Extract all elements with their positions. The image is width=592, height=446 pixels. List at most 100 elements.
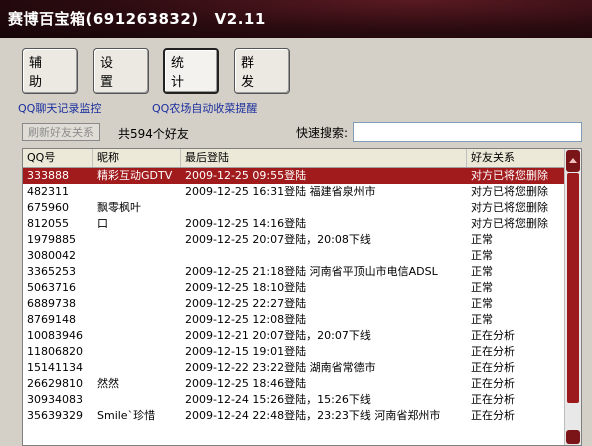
- table-row[interactable]: 30934083 2009-12-24 15:26登陆，15:26下线 正在分析: [23, 392, 565, 408]
- cell-relation: 对方已将您删除: [471, 169, 548, 182]
- cell-last-login: 2009-12-25 20:07登陆，20:08下线: [185, 233, 371, 246]
- cell-relation: 正在分析: [471, 361, 515, 374]
- cell-relation: 正常: [471, 281, 493, 294]
- cell-qq: 8769148: [27, 313, 76, 326]
- cell-relation: 正在分析: [471, 345, 515, 358]
- cell-qq: 5063716: [27, 281, 76, 294]
- table-row[interactable]: 3080042 正常: [23, 248, 565, 264]
- cell-qq: 3080042: [27, 249, 76, 262]
- cell-qq: 30934083: [27, 393, 83, 406]
- assist-button[interactable]: 辅 助: [22, 48, 78, 94]
- friends-table: QQ号 昵称 最后登陆 好友关系 333888 精彩互动GDTV 2009-12-2…: [22, 148, 582, 446]
- statistics-button[interactable]: 统 计: [163, 48, 219, 94]
- cell-nickname: [93, 248, 181, 264]
- cell-qq: 482311: [27, 185, 69, 198]
- friend-count: 共594个好友: [118, 127, 189, 141]
- table-row[interactable]: 8769148 2009-12-25 12:08登陆 正常: [23, 312, 565, 328]
- cell-relation: 正在分析: [471, 329, 515, 342]
- search-label: 快速搜索:: [296, 126, 349, 140]
- cell-nickname: [93, 392, 181, 408]
- farm-harvest-link[interactable]: QQ农场自动收菜提醒: [152, 100, 257, 116]
- cell-nickname: [93, 184, 181, 200]
- cell-last-login: 2009-12-21 20:07登陆，20:07下线: [185, 329, 371, 342]
- cell-qq: 6889738: [27, 297, 76, 310]
- table-row[interactable]: 333888 精彩互动GDTV 2009-12-25 09:55登陆 对方已将您删除: [23, 168, 565, 184]
- cell-qq: 15141134: [27, 361, 83, 374]
- window-title: 赛博百宝箱(691263832) V2.11: [8, 8, 266, 29]
- cell-nickname: [93, 360, 181, 376]
- cell-last-login: 2009-12-24 22:48登陆，23:23下线 河南省郑州市: [185, 409, 441, 422]
- table-row[interactable]: 35639329 Smile`珍惜 2009-12-24 22:48登陆，23:23…: [23, 408, 565, 424]
- cell-relation: 对方已将您删除: [471, 201, 548, 214]
- cell-last-login: 2009-12-15 19:01登陆: [185, 345, 307, 358]
- column-header-last-login[interactable]: 最后登陆: [181, 149, 467, 167]
- cell-relation: 正常: [471, 265, 493, 278]
- cell-nickname: [93, 280, 181, 296]
- cell-nickname: [93, 328, 181, 344]
- cell-last-login: 2009-12-25 22:27登陆: [185, 297, 307, 310]
- cell-relation: 对方已将您删除: [471, 185, 548, 198]
- scroll-thumb[interactable]: [567, 173, 579, 403]
- cell-nickname: 精彩互动GDTV: [97, 169, 173, 182]
- cell-qq: 3365253: [27, 265, 76, 278]
- cell-nickname: [93, 296, 181, 312]
- table-row[interactable]: 1979885 2009-12-25 20:07登陆，20:08下线 正常: [23, 232, 565, 248]
- cell-nickname: [93, 344, 181, 360]
- table-header: QQ号 昵称 最后登陆 好友关系: [23, 149, 565, 168]
- search-input[interactable]: [353, 122, 582, 142]
- cell-relation: 正常: [471, 233, 493, 246]
- settings-button[interactable]: 设 置: [93, 48, 149, 94]
- table-row[interactable]: 26629810 然然 2009-12-25 18:46登陆 正在分析: [23, 376, 565, 392]
- cell-nickname: [93, 312, 181, 328]
- table-row[interactable]: 5063716 2009-12-25 18:10登陆 正常: [23, 280, 565, 296]
- cell-last-login: 2009-12-24 15:26登陆，15:26下线: [185, 393, 371, 406]
- cell-qq: 10083946: [27, 329, 83, 342]
- table-row[interactable]: 675960 飘零枫叶 对方已将您删除: [23, 200, 565, 216]
- cell-last-login: [181, 248, 467, 264]
- scroll-down-arrow-icon[interactable]: [566, 430, 580, 444]
- column-header-relation[interactable]: 好友关系: [467, 149, 565, 167]
- cell-last-login: 2009-12-25 21:18登陆 河南省平顶山市电信ADSL: [185, 265, 438, 278]
- table-row[interactable]: 6889738 2009-12-25 22:27登陆 正常: [23, 296, 565, 312]
- cell-qq: 812055: [27, 217, 69, 230]
- cell-qq: 675960: [27, 201, 69, 214]
- cell-qq: 35639329: [27, 409, 83, 422]
- cell-last-login: 2009-12-22 23:22登陆 湖南省常德市: [185, 361, 376, 374]
- title-bar: 赛博百宝箱(691263832) V2.11: [0, 0, 592, 38]
- cell-relation: 正在分析: [471, 377, 515, 390]
- cell-last-login: 2009-12-25 18:46登陆: [185, 377, 307, 390]
- cell-relation: 正常: [471, 297, 493, 310]
- column-header-nickname[interactable]: 昵称: [93, 149, 181, 167]
- vertical-scrollbar[interactable]: [564, 149, 581, 445]
- table-row[interactable]: 3365253 2009-12-25 21:18登陆 河南省平顶山市电信ADSL 正…: [23, 264, 565, 280]
- cell-last-login: 2009-12-25 18:10登陆: [185, 281, 307, 294]
- cell-last-login: 2009-12-25 14:16登陆: [185, 217, 307, 230]
- cell-nickname: [93, 264, 181, 280]
- refresh-relations-button[interactable]: 刷新好友关系: [22, 123, 100, 141]
- cell-nickname: 飘零枫叶: [97, 201, 141, 214]
- scroll-up-arrow-icon[interactable]: [566, 150, 580, 172]
- cell-relation: 正在分析: [471, 393, 515, 406]
- table-row[interactable]: 15141134 2009-12-22 23:22登陆 湖南省常德市 正在分析: [23, 360, 565, 376]
- mass-send-button[interactable]: 群 发: [234, 48, 290, 94]
- column-header-qq[interactable]: QQ号: [23, 149, 93, 167]
- chat-monitor-link[interactable]: QQ聊天记录监控: [18, 100, 101, 116]
- table-row[interactable]: 482311 2009-12-25 16:31登陆 福建省泉州市 对方已将您删除: [23, 184, 565, 200]
- cell-qq: 11806820: [27, 345, 83, 358]
- cell-relation: 对方已将您删除: [471, 217, 548, 230]
- cell-nickname: 口: [97, 217, 108, 230]
- cell-qq: 26629810: [27, 377, 83, 390]
- cell-qq: 333888: [27, 169, 69, 182]
- table-row[interactable]: 10083946 2009-12-21 20:07登陆，20:07下线 正在分析: [23, 328, 565, 344]
- cell-nickname: 然然: [97, 377, 119, 390]
- cell-last-login: 2009-12-25 12:08登陆: [185, 313, 307, 326]
- table-row[interactable]: 812055 口 2009-12-25 14:16登陆 对方已将您删除: [23, 216, 565, 232]
- cell-qq: 1979885: [27, 233, 76, 246]
- cell-relation: 正常: [471, 313, 493, 326]
- table-row[interactable]: 11806820 2009-12-15 19:01登陆 正在分析: [23, 344, 565, 360]
- app-name: 赛博百宝箱(691263832): [8, 10, 199, 28]
- app-version: V2.11: [214, 10, 266, 28]
- cell-last-login: 2009-12-25 09:55登陆: [185, 169, 307, 182]
- main-panel: 辅 助 设 置 统 计 群 发 QQ聊天记录监控 QQ农场自动收菜提醒 刷新好友…: [0, 38, 592, 446]
- cell-relation: 正常: [471, 249, 493, 262]
